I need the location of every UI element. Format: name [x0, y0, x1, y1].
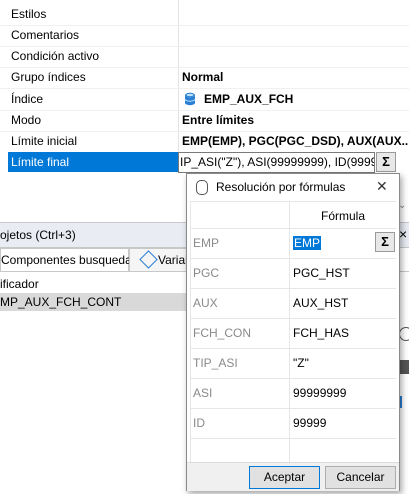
- app-icon: [196, 180, 208, 195]
- property-label: Condición activo: [11, 49, 100, 63]
- property-label: Índice: [11, 92, 44, 106]
- list-item-label: MP_AUX_FCH_CONT: [0, 295, 122, 309]
- formula-dialog: Resolución por fórmulas ✕ Fórmula EMP EM…: [186, 173, 400, 491]
- row-name: FCH_CON: [193, 326, 252, 340]
- column-separator: [289, 438, 290, 462]
- list-item[interactable]: MP_AUX_FCH_CONT: [0, 293, 190, 311]
- row-name: EMP: [193, 236, 220, 250]
- pencil-icon[interactable]: [400, 396, 409, 408]
- panel-title: ojetos (Ctrl+3): [0, 228, 76, 242]
- close-icon[interactable]: ✕: [376, 178, 388, 195]
- property-label: Grupo índices: [11, 70, 86, 84]
- formula-value[interactable]: 99999: [293, 416, 326, 430]
- table-row[interactable]: TIP_ASI "Z": [191, 348, 396, 379]
- variable-icon: [139, 250, 158, 269]
- property-label: Modo: [11, 113, 42, 127]
- row-name: TIP_ASI: [193, 356, 238, 370]
- property-row-comentarios[interactable]: Comentarios: [0, 25, 409, 46]
- accept-button[interactable]: Aceptar: [249, 466, 320, 489]
- dialog-title: Resolución por fórmulas: [216, 180, 346, 194]
- column-separator: [289, 288, 290, 318]
- formula-table: Fórmula EMP EMP Σ PGC PGC_HST AUX AUX_HS…: [190, 201, 396, 462]
- panel-close-icon[interactable]: ×: [399, 226, 407, 242]
- table-row[interactable]: PGC PGC_HST: [191, 258, 396, 289]
- column-separator: [289, 378, 290, 408]
- property-value[interactable]: EMP_AUX_FCH: [204, 92, 293, 106]
- column-separator: [289, 228, 290, 258]
- formula-value[interactable]: AUX_HST: [293, 296, 348, 310]
- formula-sigma-button[interactable]: Σ: [376, 152, 396, 172]
- formula-column-header: Fórmula: [321, 209, 366, 223]
- add-circle-icon[interactable]: [399, 327, 409, 341]
- column-separator: [289, 202, 290, 228]
- table-row[interactable]: FCH_CON FCH_HAS: [191, 318, 396, 349]
- property-label: Comentarios: [11, 28, 80, 42]
- property-row-limite-final[interactable]: Límite final IP_ASI("Z"), ASI(99999999),…: [0, 152, 409, 173]
- column-header: ificador: [0, 277, 39, 291]
- column-separator: [289, 258, 290, 288]
- limite-final-input[interactable]: IP_ASI("Z"), ASI(99999999), ID(99999): [180, 155, 374, 169]
- property-label: Límite final: [11, 155, 70, 169]
- limite-final-editor[interactable]: IP_ASI("Z"), ASI(99999999), ID(99999): [178, 152, 375, 173]
- property-value[interactable]: Entre límites: [182, 113, 254, 127]
- row-name: PGC: [193, 266, 220, 280]
- property-row-indice[interactable]: Índice EMP_AUX_FCH: [0, 89, 409, 110]
- property-row-grupo-indices[interactable]: Grupo índices Normal: [0, 67, 409, 88]
- table-row[interactable]: EMP EMP Σ: [191, 228, 396, 259]
- property-label: Límite inicial: [11, 134, 78, 148]
- formula-value[interactable]: "Z": [293, 356, 309, 370]
- row-name: ASI: [193, 386, 213, 400]
- column-separator: [289, 318, 290, 348]
- cancel-button[interactable]: Cancelar: [325, 466, 396, 489]
- column-separator: [289, 408, 290, 438]
- property-row-limite-inicial[interactable]: Límite inicial EMP(EMP), PGC(PGC_DSD), A…: [0, 131, 409, 152]
- row-name: ID: [193, 416, 205, 430]
- formula-input-selected[interactable]: EMP: [293, 236, 322, 250]
- property-value[interactable]: EMP(EMP), PGC(PGC_DSD), AUX(AUX...: [182, 134, 409, 148]
- property-row-estilos[interactable]: Estilos: [0, 4, 409, 25]
- property-grid: Estilos Comentarios Condición activo Gru…: [0, 0, 409, 173]
- row-name: AUX: [193, 296, 218, 310]
- table-row[interactable]: AUX AUX_HST: [191, 288, 396, 319]
- formula-value[interactable]: PGC_HST: [293, 266, 350, 280]
- property-label: Estilos: [11, 7, 47, 21]
- tab-componentes-busqueda[interactable]: Componentes busqueda: [0, 248, 132, 271]
- column-separator: [289, 348, 290, 378]
- row-sigma-button[interactable]: Σ: [375, 232, 395, 252]
- tab-label: Componentes busqueda: [1, 253, 132, 267]
- property-row-modo[interactable]: Modo Entre límites: [0, 110, 409, 131]
- move-icon[interactable]: [400, 360, 409, 374]
- property-row-condicion-activo[interactable]: Condición activo: [0, 46, 409, 67]
- formula-value[interactable]: FCH_HAS: [293, 326, 349, 340]
- dialog-titlebar: Resolución por fórmulas ✕: [187, 174, 399, 200]
- database-icon: [184, 92, 196, 106]
- formula-value[interactable]: 99999999: [293, 386, 346, 400]
- table-header: Fórmula: [191, 202, 396, 229]
- table-row[interactable]: ID 99999: [191, 408, 396, 439]
- table-row[interactable]: ASI 99999999: [191, 378, 396, 409]
- property-value[interactable]: Normal: [182, 70, 223, 84]
